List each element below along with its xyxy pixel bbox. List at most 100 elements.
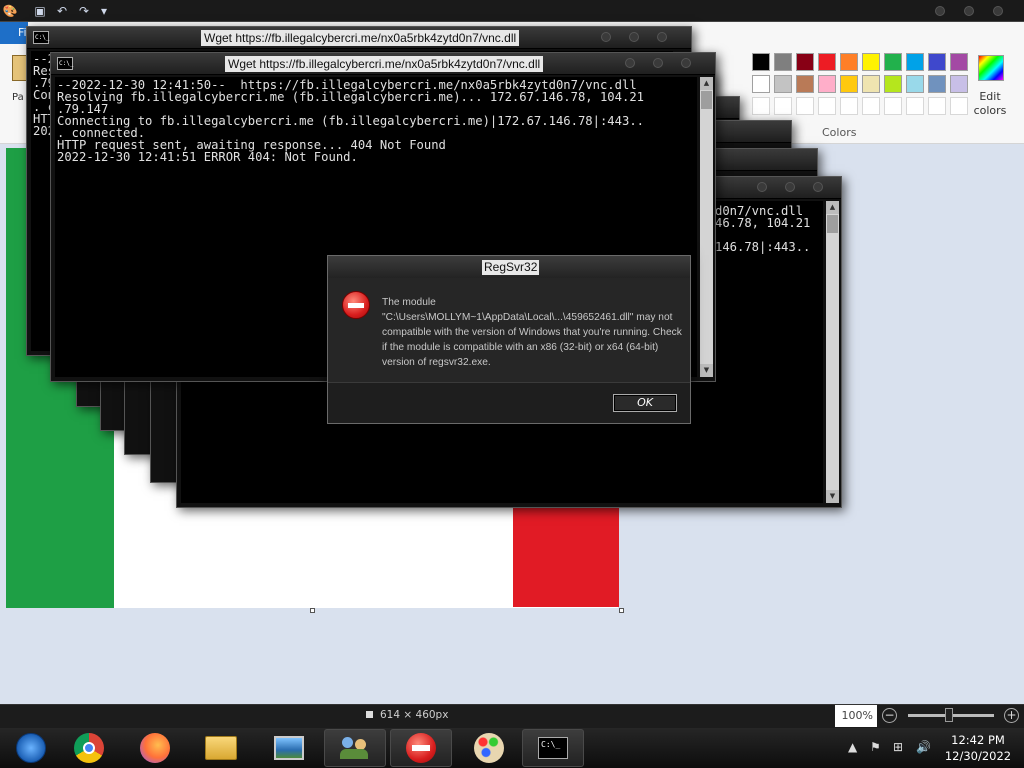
color-swatch[interactable] <box>950 53 968 71</box>
color-swatch[interactable] <box>862 53 880 71</box>
color-swatch[interactable] <box>796 53 814 71</box>
scroll-down-icon[interactable]: ▼ <box>826 490 839 503</box>
paste-label: Pa <box>12 92 24 103</box>
color-swatch[interactable] <box>774 53 792 71</box>
cmd-icon: C:\_ <box>33 31 49 44</box>
color-swatch[interactable] <box>752 53 770 71</box>
paint-palette-icon <box>474 733 504 763</box>
customize-qat-icon[interactable]: ▾ <box>96 3 112 19</box>
system-clock[interactable]: 12:42 PM 12/30/2022 <box>938 732 1018 764</box>
network-icon[interactable]: ⊞ <box>893 740 903 754</box>
console-line: 2022-12-30 12:41:51 ERROR 404: Not Found… <box>57 150 358 164</box>
vertical-scrollbar[interactable]: ▲ ▼ <box>700 77 713 377</box>
close-button[interactable] <box>681 58 691 68</box>
file-tab[interactable]: Fi <box>0 22 28 44</box>
minimize-button[interactable] <box>625 58 635 68</box>
color-swatch[interactable] <box>884 53 902 71</box>
taskbar-file-explorer[interactable] <box>190 729 252 767</box>
color-swatch[interactable] <box>796 75 814 93</box>
maximize-button[interactable] <box>653 58 663 68</box>
scroll-down-icon[interactable]: ▼ <box>700 364 713 377</box>
ok-button[interactable]: OK <box>613 394 677 412</box>
start-button[interactable] <box>0 729 62 767</box>
color-swatch[interactable] <box>928 75 946 93</box>
taskbar-photo-viewer[interactable] <box>258 729 320 767</box>
action-center-flag-icon[interactable]: ⚑ <box>870 740 881 754</box>
chrome-icon <box>74 733 104 763</box>
show-hidden-icons[interactable]: ▲ <box>848 740 857 754</box>
redo-icon[interactable]: ↷ <box>76 3 92 19</box>
close-button[interactable] <box>657 32 667 42</box>
zoom-in-icon[interactable]: + <box>1004 708 1019 723</box>
color-swatch[interactable] <box>818 53 836 71</box>
color-swatch[interactable] <box>906 53 924 71</box>
close-button[interactable] <box>993 6 1003 16</box>
scroll-up-icon[interactable]: ▲ <box>826 201 839 214</box>
paint-app-icon[interactable]: 🎨 <box>2 3 18 19</box>
edit-colors-button[interactable]: Edit colors <box>970 90 1010 118</box>
taskbar-chrome[interactable] <box>58 729 120 767</box>
color-swatch[interactable] <box>840 75 858 93</box>
quick-access-toolbar: 🎨 ▣ ↶ ↷ ▾ <box>0 0 1024 22</box>
color-swatch[interactable] <box>796 97 814 115</box>
maximize-button[interactable] <box>785 182 795 192</box>
color-swatch[interactable] <box>862 97 880 115</box>
zoom-slider-thumb[interactable] <box>945 708 953 722</box>
scroll-thumb[interactable] <box>701 91 712 109</box>
undo-icon[interactable]: ↶ <box>54 3 70 19</box>
resize-handle-corner[interactable] <box>619 608 624 613</box>
console-output: d0n7/vnc.dll 46.78, 104.21 146.78|:443.. <box>715 205 810 253</box>
clock-date: 12/30/2022 <box>944 749 1012 763</box>
firefox-icon <box>140 733 170 763</box>
color-swatch[interactable] <box>928 97 946 115</box>
maximize-button[interactable] <box>629 32 639 42</box>
scroll-thumb[interactable] <box>827 215 838 233</box>
minimize-button[interactable] <box>601 32 611 42</box>
taskbar-regsvr32[interactable] <box>390 729 452 767</box>
maximize-button[interactable] <box>964 6 974 16</box>
color-swatch[interactable] <box>906 75 924 93</box>
color-swatch[interactable] <box>884 75 902 93</box>
color-swatch[interactable] <box>818 75 836 93</box>
zoom-out-icon[interactable]: − <box>882 708 897 723</box>
zoom-level: 100% <box>835 705 877 727</box>
cmd-icon: C:\_ <box>57 57 73 70</box>
dialog-titlebar[interactable]: RegSvr32 <box>328 256 690 278</box>
users-icon <box>340 735 370 761</box>
vertical-scrollbar[interactable]: ▲ ▼ <box>826 201 839 503</box>
color-swatch[interactable] <box>884 97 902 115</box>
taskbar-users[interactable] <box>324 729 386 767</box>
color-swatch[interactable] <box>840 97 858 115</box>
dialog-title: RegSvr32 <box>482 260 540 275</box>
color-swatch[interactable] <box>862 75 880 93</box>
color-swatch[interactable] <box>840 53 858 71</box>
console-line: 146.78|:443.. <box>715 240 811 254</box>
console-line: Connecting to fb.illegalcybercri.me (fb.… <box>57 114 644 128</box>
error-icon-bar <box>348 303 364 308</box>
cmd-icon: C:\_ <box>538 737 568 759</box>
taskbar-firefox[interactable] <box>124 729 186 767</box>
color-swatch[interactable] <box>774 97 792 115</box>
color-swatch[interactable] <box>752 97 770 115</box>
close-button[interactable] <box>813 182 823 192</box>
color-swatch[interactable] <box>818 97 836 115</box>
canvas-size: 614 × 460px <box>380 709 449 721</box>
color-swatch[interactable] <box>906 97 924 115</box>
color-swatch[interactable] <box>928 53 946 71</box>
taskbar-cmd[interactable]: C:\_ <box>522 729 584 767</box>
minimize-button[interactable] <box>757 182 767 192</box>
volume-icon[interactable]: 🔊 <box>916 740 931 754</box>
color-swatch[interactable] <box>752 75 770 93</box>
color-swatch[interactable] <box>774 75 792 93</box>
clock-time: 12:42 PM <box>951 733 1005 747</box>
scroll-up-icon[interactable]: ▲ <box>700 77 713 90</box>
taskbar-paint[interactable] <box>458 729 520 767</box>
minimize-button[interactable] <box>935 6 945 16</box>
folder-icon <box>205 736 237 760</box>
color-swatch[interactable] <box>950 97 968 115</box>
save-icon[interactable]: ▣ <box>32 3 48 19</box>
edit-colors-icon[interactable] <box>978 55 1004 81</box>
error-icon <box>406 733 436 763</box>
color-swatch[interactable] <box>950 75 968 93</box>
resize-handle-bottom[interactable] <box>310 608 315 613</box>
